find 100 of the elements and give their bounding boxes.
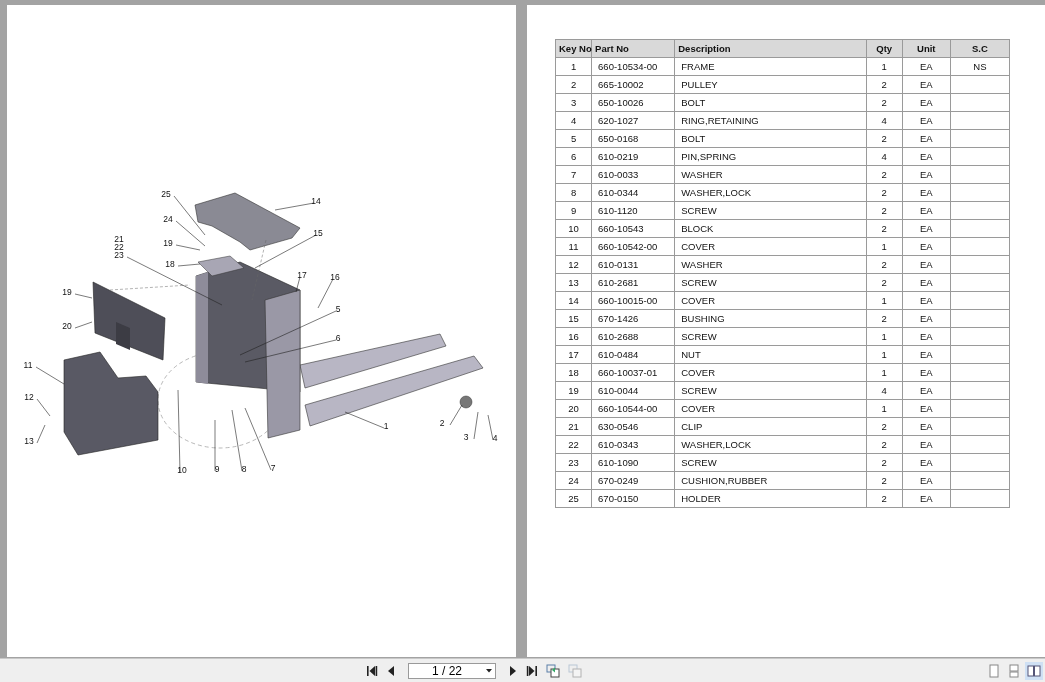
table-cell: 670-0150 [591, 489, 675, 508]
callout-number: 19 [163, 238, 173, 248]
table-cell: 11 [555, 237, 592, 256]
callout-number: 5 [335, 304, 341, 314]
table-cell: RING,RETAINING [674, 111, 867, 130]
callout-number: 13 [24, 436, 34, 446]
table-cell: EA [902, 273, 951, 292]
callout-number: 16 [330, 272, 340, 282]
table-cell: SCREW [674, 201, 867, 220]
table-cell: 2 [866, 489, 903, 508]
table-cell: 7 [555, 165, 592, 184]
table-cell: 1 [866, 237, 903, 256]
table-cell: EA [902, 345, 951, 364]
callout-number: 18 [165, 259, 175, 269]
table-cell: 610-0344 [591, 183, 675, 202]
table-cell: WASHER [674, 165, 867, 184]
table-cell: 2 [866, 201, 903, 220]
column-header: Qty [866, 39, 903, 58]
table-cell: 630-0546 [591, 417, 675, 436]
table-cell: 4 [866, 111, 903, 130]
table-cell: 650-0168 [591, 129, 675, 148]
table-cell: EA [902, 201, 951, 220]
table-cell: 2 [866, 309, 903, 328]
callout-number: 2 [439, 418, 445, 428]
table-cell: 21 [555, 417, 592, 436]
table-cell: EA [902, 309, 951, 328]
table-cell: EA [902, 489, 951, 508]
table-cell: EA [902, 291, 951, 310]
table-cell: 1 [866, 399, 903, 418]
table-cell: 670-0249 [591, 471, 675, 490]
table-cell: 3 [555, 93, 592, 112]
table-cell: 670-1426 [591, 309, 675, 328]
callout-number: 25 [161, 189, 171, 199]
table-cell: 620-1027 [591, 111, 675, 130]
table-cell: 660-10015-00 [591, 291, 675, 310]
callout-number: 9 [214, 464, 220, 474]
table-cell: BUSHING [674, 309, 867, 328]
table-cell: COVER [674, 237, 867, 256]
table-cell: 2 [866, 435, 903, 454]
table-cell: 1 [866, 345, 903, 364]
table-cell: 23 [555, 453, 592, 472]
table-cell: 660-10542-00 [591, 237, 675, 256]
table-cell: WASHER,LOCK [674, 435, 867, 454]
table-cell: 9 [555, 201, 592, 220]
table-cell: 4 [866, 147, 903, 166]
callout-number: 14 [311, 196, 321, 206]
table-cell: COVER [674, 291, 867, 310]
table-cell: SCREW [674, 453, 867, 472]
table-cell: WASHER [674, 255, 867, 274]
table-cell: 12 [555, 255, 592, 274]
column-header: S.C [950, 39, 1010, 58]
table-cell: EA [902, 75, 951, 94]
column-header: Part No [591, 39, 675, 58]
callout-number: 23 [114, 250, 124, 260]
table-cell: COVER [674, 399, 867, 418]
table-cell: 2 [866, 255, 903, 274]
table-cell: 2 [866, 93, 903, 112]
table-cell: EA [902, 57, 951, 76]
table-cell: 610-0033 [591, 165, 675, 184]
table-cell: 2 [866, 273, 903, 292]
table-cell: PIN,SPRING [674, 147, 867, 166]
table-cell: 610-2681 [591, 273, 675, 292]
table-cell: EA [902, 219, 951, 238]
table-cell: 22 [555, 435, 592, 454]
page-number-field[interactable]: 1 / 22 [408, 663, 496, 679]
table-cell: 1 [555, 57, 592, 76]
table-cell: 660-10543 [591, 219, 675, 238]
callout-number: 4 [492, 433, 498, 443]
table-cell: EA [902, 327, 951, 346]
callout-number: 3 [463, 432, 469, 442]
table-cell: BLOCK [674, 219, 867, 238]
table-cell: 610-2688 [591, 327, 675, 346]
callout-number: 21 [114, 234, 124, 244]
table-cell: 5 [555, 129, 592, 148]
table-cell: EA [902, 255, 951, 274]
table-cell: NS [950, 57, 1010, 76]
column-header: Key No [555, 39, 592, 58]
callout-number: 11 [23, 360, 33, 370]
column-header: Unit [902, 39, 951, 58]
callout-number: 17 [297, 270, 307, 280]
table-cell: 2 [866, 417, 903, 436]
callout-number: 24 [163, 214, 173, 224]
table-cell: 2 [866, 75, 903, 94]
table-cell: 13 [555, 273, 592, 292]
table-cell: CUSHION,RUBBER [674, 471, 867, 490]
table-cell: 4 [866, 381, 903, 400]
table-cell: EA [902, 165, 951, 184]
callout-number: 22 [114, 242, 124, 252]
table-cell: 2 [866, 219, 903, 238]
callout-number: 6 [335, 333, 341, 343]
column-header: Description [674, 39, 867, 58]
table-cell: EA [902, 381, 951, 400]
table-cell: 15 [555, 309, 592, 328]
table-cell: 610-0484 [591, 345, 675, 364]
table-cell: 8 [555, 183, 592, 202]
table-cell: 2 [866, 165, 903, 184]
table-cell: EA [902, 399, 951, 418]
table-cell: EA [902, 93, 951, 112]
table-cell: EA [902, 363, 951, 382]
table-cell: 24 [555, 471, 592, 490]
